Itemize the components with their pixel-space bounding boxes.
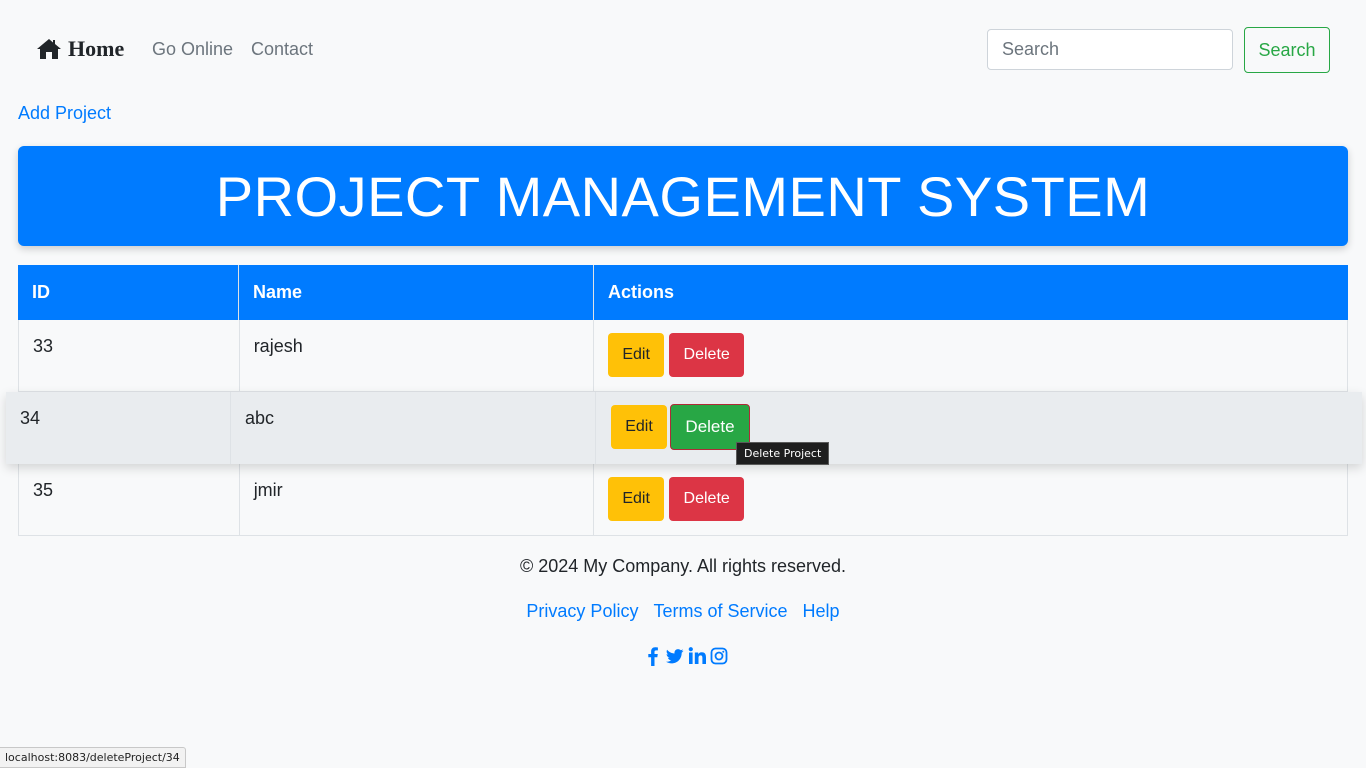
edit-button[interactable]: Edit	[608, 477, 665, 521]
footer-link-terms[interactable]: Terms of Service	[653, 601, 787, 621]
footer-links: Privacy Policy Terms of Service Help	[0, 601, 1366, 622]
footer-link-privacy[interactable]: Privacy Policy	[526, 601, 638, 621]
nav-link-go-online[interactable]: Go Online	[152, 39, 233, 60]
cell-id: 35	[19, 464, 240, 535]
cell-name: abc	[231, 392, 596, 464]
edit-button[interactable]: Edit	[608, 333, 665, 377]
column-header-name: Name	[239, 265, 594, 320]
cell-id: 34	[6, 392, 231, 464]
search-input[interactable]	[987, 29, 1233, 70]
facebook-icon[interactable]	[644, 646, 662, 666]
tooltip: Delete Project	[736, 442, 830, 465]
search-button[interactable]: Search	[1244, 27, 1330, 73]
column-header-actions: Actions	[608, 282, 675, 302]
footer-copyright: © 2024 My Company. All rights reserved.	[519, 556, 847, 576]
table-row-hovered: 34 abc Edit Delete	[6, 392, 1362, 464]
delete-button[interactable]: Delete	[669, 333, 745, 377]
cell-name: rajesh	[240, 320, 595, 391]
home-brand-link[interactable]: Home	[36, 36, 124, 62]
table-row: 33 rajesh Edit Delete	[18, 320, 1348, 392]
cell-name: jmir	[240, 464, 595, 535]
cell-id: 33	[19, 320, 240, 391]
column-header-id: ID	[18, 265, 239, 320]
status-bar-url: localhost:8083/deleteProject/34	[0, 747, 186, 768]
nav-link-contact[interactable]: Contact	[251, 39, 313, 60]
brand-label: Home	[68, 36, 125, 61]
table-row: 35 jmir Edit Delete	[18, 464, 1348, 536]
linkedin-icon[interactable]	[688, 646, 706, 666]
cell-actions: Edit Delete	[594, 320, 1347, 391]
twitter-icon[interactable]	[666, 646, 684, 666]
social-links	[644, 646, 728, 666]
add-project-link[interactable]: Add Project	[18, 103, 111, 124]
instagram-icon[interactable]	[710, 646, 728, 666]
edit-button[interactable]: Edit	[611, 405, 667, 449]
home-icon	[36, 38, 62, 60]
navbar: Home Go Online Contact Search	[0, 0, 1366, 100]
cell-actions: Edit Delete	[596, 392, 1350, 464]
footer-link-help[interactable]: Help	[803, 601, 840, 621]
delete-button[interactable]: Delete	[669, 477, 745, 521]
page-title: PROJECT MANAGEMENT SYSTEM	[215, 164, 1151, 228]
table-header-row: ID Name Actions	[18, 265, 1348, 320]
cell-actions: Edit Delete	[594, 464, 1347, 535]
page: Home Go Online Contact Search Add Projec…	[0, 0, 1366, 768]
page-banner: PROJECT MANAGEMENT SYSTEM	[18, 146, 1348, 246]
